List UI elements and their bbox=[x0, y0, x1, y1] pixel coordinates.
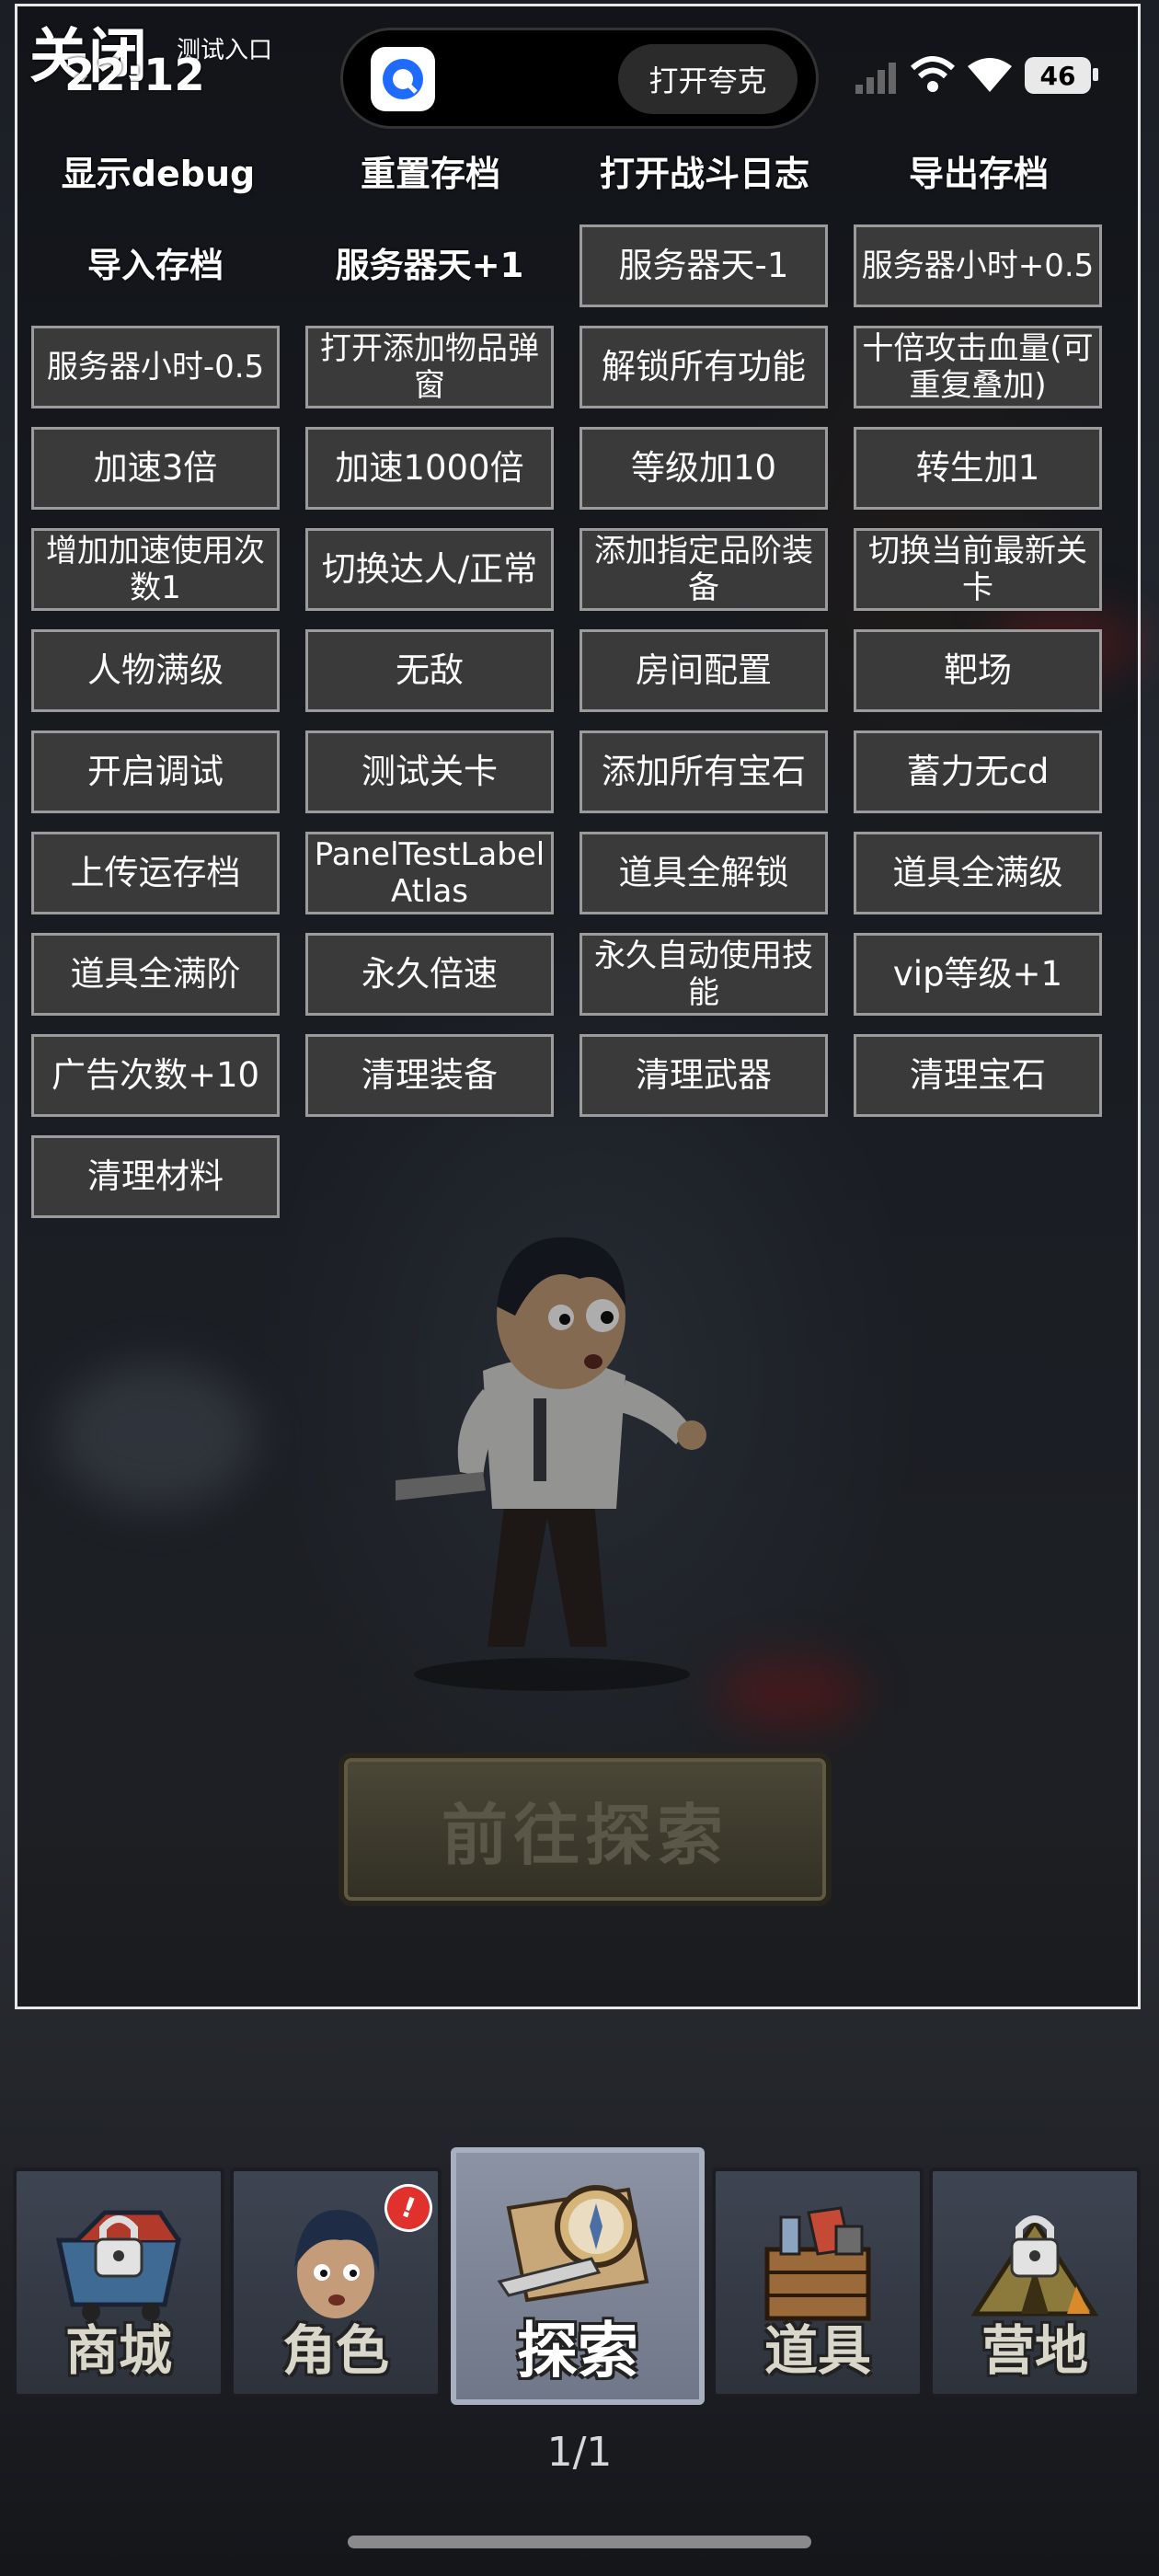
clear-equipment-button[interactable]: 清理装备 bbox=[305, 1034, 554, 1117]
shooting-range-button[interactable]: 靶场 bbox=[854, 629, 1102, 712]
max-character-level-button[interactable]: 人物满级 bbox=[31, 629, 280, 712]
tab-character[interactable]: ! 角色 bbox=[230, 2168, 442, 2398]
server-day-plus-button[interactable]: 服务器天+1 bbox=[305, 224, 554, 307]
unlock-all-features-button[interactable]: 解锁所有功能 bbox=[580, 326, 828, 408]
tab-items-label: 道具 bbox=[763, 2319, 871, 2382]
add-all-gems-button[interactable]: 添加所有宝石 bbox=[580, 730, 828, 813]
home-indicator-bar[interactable] bbox=[348, 2536, 811, 2548]
lock-icon bbox=[94, 2215, 143, 2278]
tab-explore-label: 探索 bbox=[517, 2315, 638, 2386]
server-day-minus-button[interactable]: 服务器天-1 bbox=[580, 224, 828, 307]
server-hour-minus-button[interactable]: 服务器小时-0.5 bbox=[31, 326, 280, 408]
auto-use-skills-button[interactable]: 永久自动使用技能 bbox=[580, 933, 828, 1016]
ten-x-attack-hp-button[interactable]: 十倍攻击血量(可重复叠加) bbox=[854, 326, 1102, 408]
add-item-popup-button[interactable]: 打开添加物品弹窗 bbox=[305, 326, 554, 408]
panel-test-label-atlas-label: PanelTestLabelAtlas bbox=[314, 836, 545, 910]
clear-gems-button[interactable]: 清理宝石 bbox=[854, 1034, 1102, 1117]
tab-camp-label: 营地 bbox=[981, 2319, 1088, 2382]
add-speed-uses-button[interactable]: 增加加速使用次数1 bbox=[31, 528, 280, 611]
tab-explore[interactable]: 探索 bbox=[451, 2147, 705, 2405]
invincible-button[interactable]: 无敌 bbox=[305, 629, 554, 712]
speed-1000x-button[interactable]: 加速1000倍 bbox=[305, 427, 554, 510]
panel-test-label-atlas-button[interactable]: PanelTestLabelAtlas bbox=[305, 832, 554, 914]
test-level-button[interactable]: 测试关卡 bbox=[305, 730, 554, 813]
compass-map-icon bbox=[490, 2171, 665, 2318]
enable-debug-button[interactable]: 开启调试 bbox=[31, 730, 280, 813]
charge-no-cd-button[interactable]: 蓄力无cd bbox=[854, 730, 1102, 813]
tab-items[interactable]: 道具 bbox=[712, 2168, 924, 2398]
tab-shop[interactable]: 商城 bbox=[13, 2168, 224, 2398]
unlock-all-items-button[interactable]: 道具全解锁 bbox=[580, 832, 828, 914]
server-hour-plus-button[interactable]: 服务器小时+0.5 bbox=[854, 224, 1102, 307]
tab-shop-label: 商城 bbox=[64, 2319, 172, 2382]
clear-materials-button[interactable]: 清理材料 bbox=[31, 1135, 280, 1218]
level-plus-10-button[interactable]: 等级加10 bbox=[580, 427, 828, 510]
debug-button-grid: 导入存档 服务器天+1 服务器天-1 服务器小时+0.5 服务器小时-0.5 打… bbox=[0, 0, 1159, 1233]
max-all-item-tiers-button[interactable]: 道具全满阶 bbox=[31, 933, 280, 1016]
tab-character-label: 角色 bbox=[281, 2319, 389, 2382]
clear-weapons-button[interactable]: 清理武器 bbox=[580, 1034, 828, 1117]
permanent-speed-button[interactable]: 永久倍速 bbox=[305, 933, 554, 1016]
import-save-button[interactable]: 导入存档 bbox=[31, 224, 280, 307]
add-grade-equipment-button[interactable]: 添加指定品阶装备 bbox=[580, 528, 828, 611]
toggle-expert-mode-button[interactable]: 切换达人/正常 bbox=[305, 528, 554, 611]
vip-level-plus-button[interactable]: vip等级+1 bbox=[854, 933, 1102, 1016]
tab-camp[interactable]: 营地 bbox=[929, 2168, 1141, 2398]
speed-3x-button[interactable]: 加速3倍 bbox=[31, 427, 280, 510]
rebirth-plus-1-button[interactable]: 转生加1 bbox=[854, 427, 1102, 510]
page-indicator: 1/1 bbox=[546, 2429, 613, 2476]
lock-icon bbox=[1010, 2215, 1060, 2278]
switch-latest-level-button[interactable]: 切换当前最新关卡 bbox=[854, 528, 1102, 611]
ad-count-plus-button[interactable]: 广告次数+10 bbox=[31, 1034, 280, 1117]
upload-save-button[interactable]: 上传运存档 bbox=[31, 832, 280, 914]
max-all-items-button[interactable]: 道具全满级 bbox=[854, 832, 1102, 914]
bottom-navigation: 商城 ! 角色 探索 道具 营地 bbox=[13, 2147, 1159, 2405]
room-config-button[interactable]: 房间配置 bbox=[580, 629, 828, 712]
